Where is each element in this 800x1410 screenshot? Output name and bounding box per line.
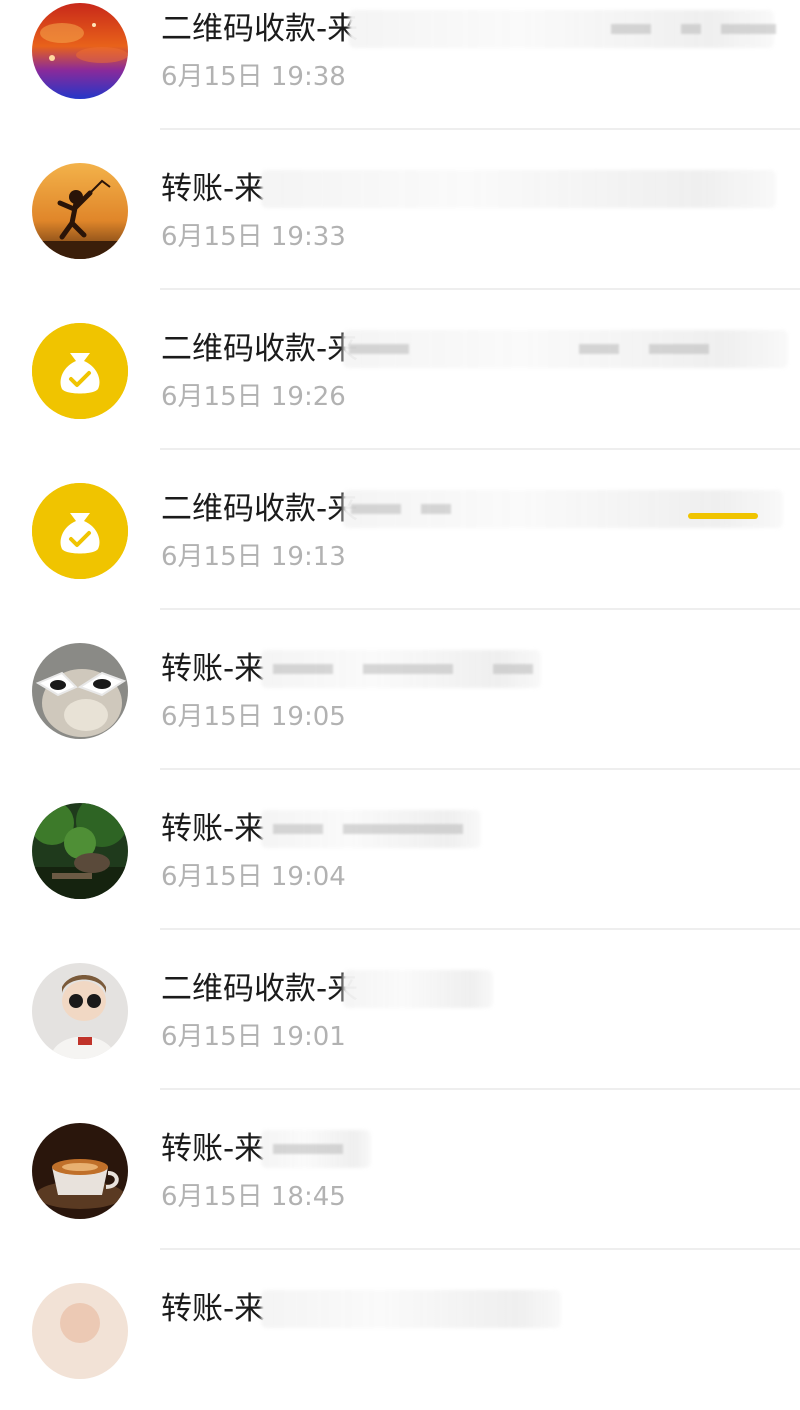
money-bag-icon	[32, 323, 128, 419]
transaction-time: 6月15日 19:13	[161, 542, 346, 572]
redacted-region	[349, 344, 769, 354]
transaction-list: 二维码收款-来 6月15日 19:38 转账-来 6月15日 19:33 二维码…	[0, 0, 800, 1410]
transaction-row[interactable]: 转账-来 6月15日 18:45	[0, 1090, 800, 1250]
avatar[interactable]	[32, 1123, 128, 1219]
redacted-region	[261, 170, 776, 208]
transaction-row[interactable]: 转账-来 6月15日 19:33	[0, 130, 800, 290]
redacted-amount	[688, 513, 758, 519]
avatar[interactable]	[32, 1283, 128, 1379]
avatar[interactable]	[32, 3, 128, 99]
transaction-row[interactable]: 转账-来 6月15日 19:05	[0, 610, 800, 770]
redacted-region	[273, 664, 543, 674]
running-child-sunset-photo-icon	[32, 163, 128, 259]
redacted-region	[261, 1290, 561, 1328]
transaction-row[interactable]: 二维码收款-来 6月15日 19:38	[0, 0, 800, 130]
transaction-row[interactable]: 转账-来 6月15日 19:04	[0, 770, 800, 930]
sunset-sky-photo-icon	[32, 3, 128, 99]
transaction-title: 转账-来	[161, 811, 266, 847]
redacted-region	[351, 504, 461, 514]
avatar[interactable]	[32, 963, 128, 1059]
redacted-region	[273, 1144, 363, 1154]
transaction-title: 二维码收款-来	[161, 971, 359, 1007]
portrait-photo-icon	[32, 1283, 128, 1379]
transaction-time: 6月15日 19:01	[161, 1022, 346, 1052]
avatar[interactable]	[32, 803, 128, 899]
avatar[interactable]	[32, 483, 128, 579]
child-with-sunglasses-photo-icon	[32, 963, 128, 1059]
money-bag-icon	[32, 483, 128, 579]
transaction-time: 6月15日 18:45	[161, 1182, 346, 1212]
transaction-title: 转账-来	[161, 1291, 266, 1327]
transaction-row[interactable]: 二维码收款-来 6月15日 19:26	[0, 290, 800, 450]
avatar[interactable]	[32, 163, 128, 259]
redacted-region	[343, 970, 493, 1008]
cat-with-sunglasses-photo-icon	[32, 643, 128, 739]
avatar[interactable]	[32, 323, 128, 419]
transaction-time: 6月15日 19:05	[161, 702, 346, 732]
transaction-time: 6月15日 19:04	[161, 862, 346, 892]
redacted-region	[273, 824, 473, 834]
transaction-row[interactable]: 二维码收款-来 6月15日 19:01	[0, 930, 800, 1090]
transaction-title: 转账-来	[161, 651, 266, 687]
transaction-time: 6月15日 19:38	[161, 62, 346, 92]
transaction-title: 二维码收款-来	[161, 11, 359, 47]
transaction-title: 二维码收款-来	[161, 331, 359, 367]
transaction-title: 转账-来	[161, 1131, 266, 1167]
transaction-row[interactable]: 二维码收款-来 6月15日 19:13	[0, 450, 800, 610]
transaction-time: 6月15日 19:26	[161, 382, 346, 412]
forest-scene-photo-icon	[32, 803, 128, 899]
transaction-title: 二维码收款-来	[161, 491, 359, 527]
transaction-title: 转账-来	[161, 171, 266, 207]
transaction-row[interactable]: 转账-来	[0, 1250, 800, 1410]
transaction-time: 6月15日 19:33	[161, 222, 346, 252]
avatar[interactable]	[32, 643, 128, 739]
coffee-cup-photo-icon	[32, 1123, 128, 1219]
redacted-region	[611, 24, 781, 34]
